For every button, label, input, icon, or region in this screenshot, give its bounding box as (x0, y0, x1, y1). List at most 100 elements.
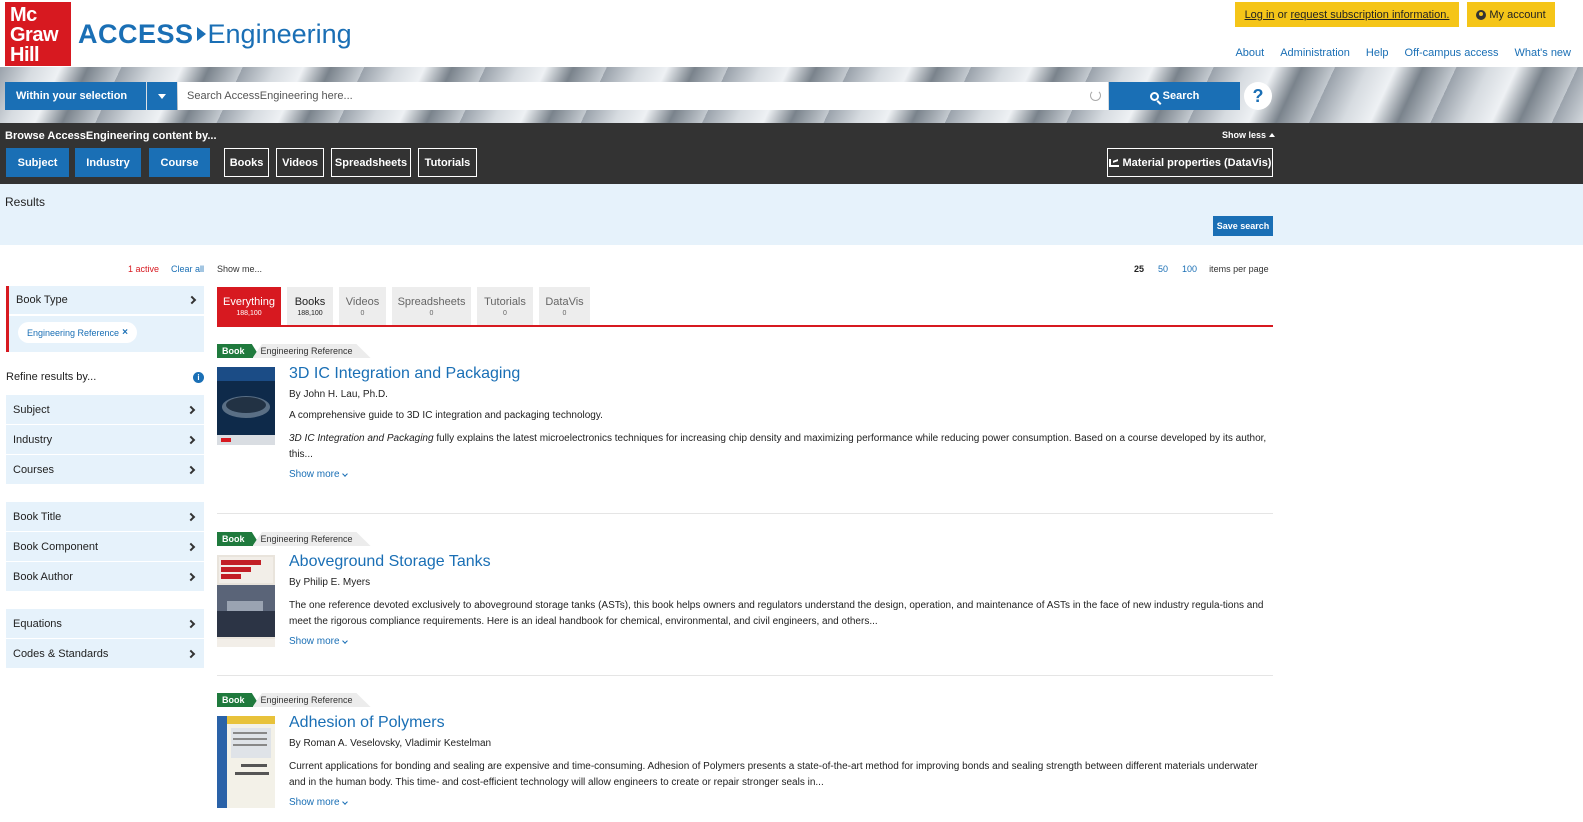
book-cover-image[interactable] (217, 367, 275, 445)
result-description: The one reference devoted exclusively to… (289, 600, 1264, 627)
result-type: Engineering Reference (252, 532, 371, 546)
request-subscription-link[interactable]: request subscription information. (1290, 9, 1449, 21)
result-item: Book Engineering Reference Adhesion of P… (217, 693, 1273, 808)
result-title-link[interactable]: Aboveground Storage Tanks (289, 553, 1273, 571)
top-links: About Administration Help Off-campus acc… (1235, 47, 1571, 59)
result-item: Book Engineering Reference 3D IC Integra… (217, 344, 1273, 514)
result-tags: Book Engineering Reference (217, 693, 1273, 707)
search-icon (1149, 91, 1159, 101)
help-icon[interactable]: ? (1244, 82, 1272, 110)
show-more-label: Show more (289, 797, 340, 808)
save-search-button[interactable]: Save search (1213, 216, 1273, 236)
filter-book-title[interactable]: Book Title (6, 502, 204, 532)
my-account-button[interactable]: My account (1467, 2, 1555, 27)
chevron-right-icon (186, 572, 196, 581)
help-link[interactable]: Help (1366, 47, 1389, 59)
tab-tutorials-count: 0 (503, 309, 507, 317)
browse-books-button[interactable]: Books (224, 148, 269, 177)
tab-videos-label: Videos (345, 295, 380, 308)
filter-courses[interactable]: Courses (6, 455, 204, 485)
filter-equations-label: Equations (13, 617, 62, 630)
chevron-down-icon (341, 637, 348, 644)
user-icon (1476, 9, 1487, 20)
result-body: Aboveground Storage Tanks By Philip E. M… (289, 553, 1273, 647)
tab-videos[interactable]: Videos 0 (339, 287, 386, 325)
browse-industry-button[interactable]: Industry (75, 148, 141, 177)
logo-line-3: Hill (10, 44, 40, 66)
search-button[interactable]: Search (1109, 82, 1240, 110)
browse-spreadsheets-button[interactable]: Spreadsheets (331, 148, 411, 177)
brand-access-text: ACCESS (78, 18, 194, 49)
filter-book-component-label: Book Component (13, 540, 98, 553)
filter-book-component[interactable]: Book Component (6, 532, 204, 562)
chevron-down-icon (341, 798, 348, 805)
search-scope-dropdown[interactable] (147, 82, 177, 110)
login-or-text: or (1274, 8, 1291, 21)
book-cover-image[interactable] (217, 555, 275, 647)
show-less-toggle[interactable]: Show less (1222, 130, 1276, 140)
tab-tutorials[interactable]: Tutorials 0 (477, 287, 533, 325)
results-header: Results Save search (0, 184, 1583, 245)
off-campus-access-link[interactable]: Off-campus access (1405, 47, 1499, 59)
search-button-label: Search (1162, 90, 1200, 102)
filter-industry[interactable]: Industry (6, 425, 204, 455)
browse-tutorials-button[interactable]: Tutorials (418, 148, 477, 177)
tab-spreadsheets-label: Spreadsheets (397, 295, 466, 308)
tab-books[interactable]: Books 188,100 (287, 287, 333, 325)
result-description: 3D IC Integration and Packaging fully ex… (289, 431, 1273, 463)
book-type-toggle[interactable]: Book Type (9, 286, 204, 316)
active-filter-tag-label: Engineering Reference (27, 327, 120, 338)
chevron-up-icon (1269, 133, 1276, 137)
accessengineering-logo[interactable]: ACCESS Engineering (78, 14, 352, 54)
result-title-link[interactable]: 3D IC Integration and Packaging (289, 365, 1273, 383)
about-link[interactable]: About (1235, 47, 1264, 59)
filter-codes-standards[interactable]: Codes & Standards (6, 639, 204, 669)
filter-group-1: Subject Industry Courses (6, 395, 204, 485)
tab-everything[interactable]: Everything 188,100 (217, 287, 281, 325)
administration-link[interactable]: Administration (1280, 47, 1350, 59)
result-divider (217, 675, 1273, 676)
login-link[interactable]: Log in (1245, 9, 1275, 21)
browse-course-button[interactable]: Course (149, 148, 210, 177)
result-tags: Book Engineering Reference (217, 532, 1273, 546)
tab-datavis[interactable]: DataVis 0 (539, 287, 590, 325)
browse-subject-button[interactable]: Subject (6, 148, 69, 177)
whats-new-link[interactable]: What's new (1514, 47, 1571, 59)
book-cover-image[interactable] (217, 716, 275, 808)
browse-videos-button[interactable]: Videos (276, 148, 324, 177)
show-more-link[interactable]: Show more (289, 469, 1273, 480)
material-properties-label: Material properties (DataVis) (1122, 156, 1272, 169)
show-more-link[interactable]: Show more (289, 797, 1273, 808)
brand-arrow-icon (196, 27, 206, 41)
result-title-link[interactable]: Adhesion of Polymers (289, 714, 1273, 732)
tab-spreadsheets[interactable]: Spreadsheets 0 (392, 287, 471, 325)
chevron-right-icon (186, 435, 196, 444)
chevron-right-icon (186, 619, 196, 628)
chevron-right-icon (186, 465, 196, 474)
search-input[interactable] (178, 82, 1108, 110)
result-type: Engineering Reference (252, 693, 371, 707)
book-type-label: Book Type (16, 294, 68, 306)
per-page-50[interactable]: 50 (1158, 264, 1168, 274)
per-page-100[interactable]: 100 (1182, 264, 1197, 274)
clear-all-link[interactable]: Clear all (171, 264, 204, 274)
close-icon[interactable]: × (122, 327, 128, 338)
show-more-link[interactable]: Show more (289, 636, 1273, 647)
material-properties-button[interactable]: Material properties (DataVis) (1107, 148, 1273, 177)
logo-line-1: Mc (10, 4, 37, 26)
filter-codes-standards-label: Codes & Standards (13, 647, 109, 660)
brand-engineering-text: Engineering (207, 18, 352, 49)
result-item: Book Engineering Reference Aboveground S… (217, 532, 1273, 676)
tab-spreadsheets-count: 0 (429, 309, 434, 317)
info-icon[interactable]: i (193, 371, 204, 383)
filter-subject[interactable]: Subject (6, 395, 204, 425)
active-filter-tag[interactable]: Engineering Reference × (18, 322, 137, 343)
chart-icon (1108, 158, 1119, 167)
refresh-icon[interactable] (1090, 90, 1101, 101)
per-page-25[interactable]: 25 (1134, 264, 1144, 274)
mcgraw-hill-logo[interactable]: Mc Graw Hill (5, 2, 71, 66)
search-scope-button[interactable]: Within your selection (5, 82, 146, 110)
tab-tutorials-label: Tutorials (484, 295, 526, 308)
filter-book-author[interactable]: Book Author (6, 562, 204, 592)
filter-equations[interactable]: Equations (6, 609, 204, 639)
